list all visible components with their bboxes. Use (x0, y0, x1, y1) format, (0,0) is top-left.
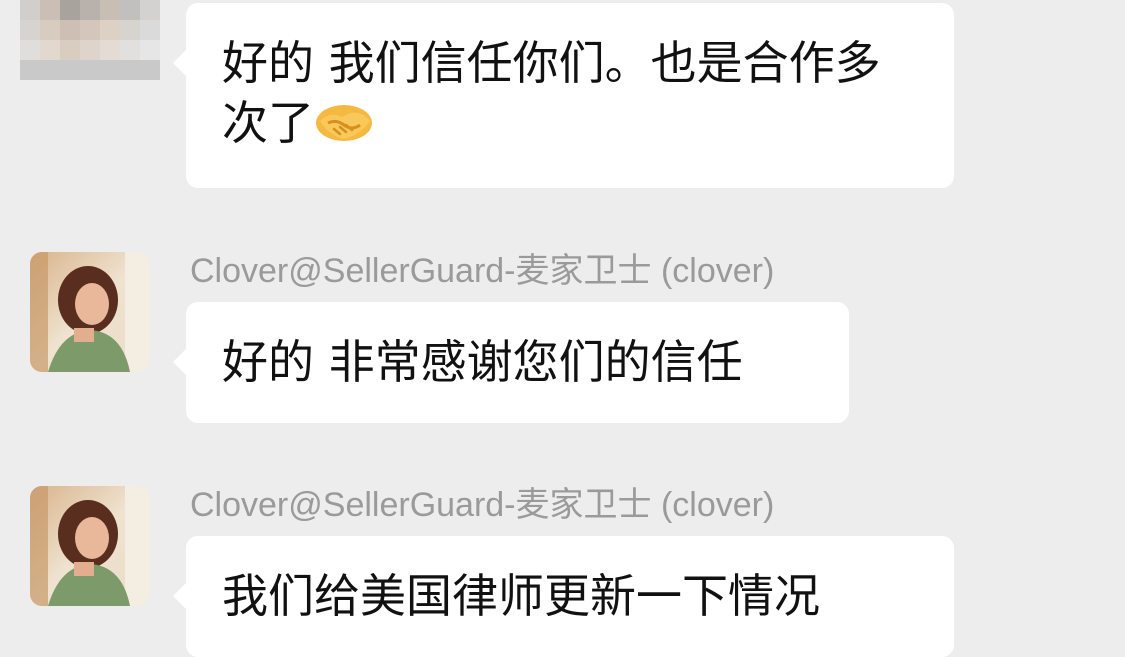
photo-avatar-icon (30, 252, 150, 372)
avatar[interactable] (30, 252, 150, 372)
message-bubble[interactable]: 好的 非常感谢您们的信任 (173, 302, 849, 423)
pixelated-avatar-icon (20, 0, 160, 80)
message-text: 好的 非常感谢您们的信任 (222, 335, 743, 389)
handshake-emoji-icon (316, 105, 372, 141)
chat-thread: 好的 我们信任你们。也是合作多次了 Clover@SellerGuard-麦家卫… (0, 0, 1125, 657)
photo-avatar-icon (30, 486, 150, 606)
sender-name: Clover@SellerGuard-麦家卫士 (clover) (190, 252, 775, 290)
avatar[interactable] (30, 486, 150, 606)
message-bubble[interactable]: 我们给美国律师更新一下情况 (173, 536, 954, 657)
avatar[interactable] (20, 0, 160, 80)
sender-name: Clover@SellerGuard-麦家卫士 (clover) (190, 486, 775, 524)
message-bubble[interactable]: 好的 我们信任你们。也是合作多次了 (173, 3, 954, 188)
